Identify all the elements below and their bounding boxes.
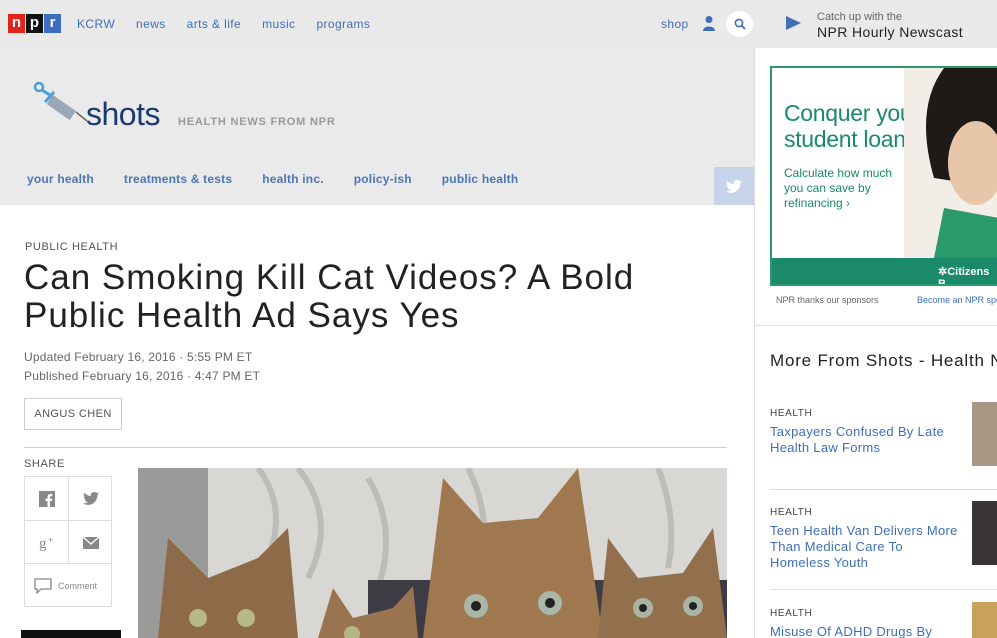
article-headline: Can Smoking Kill Cat Videos? A Bold Publ… (24, 258, 635, 335)
newscast-title[interactable]: NPR Hourly Newscast (817, 24, 963, 40)
npr-logo-p: p (26, 14, 43, 33)
ad-brand: ✲Citizens B (938, 266, 990, 286)
masthead-tagline: HEALTH NEWS FROM NPR (178, 116, 336, 128)
search-icon (734, 18, 746, 30)
divider (770, 489, 997, 490)
email-icon (82, 536, 99, 549)
facebook-icon (38, 490, 55, 507)
published-date: Published February 16, 2016 · 4:47 PM ET (24, 369, 261, 383)
story-title[interactable]: Taxpayers Confused By Late Health Law Fo… (770, 424, 960, 456)
syringe-icon (33, 81, 88, 122)
article-photo-kittens (138, 468, 727, 638)
ad-subtext: Calculate how much you can save by refin… (784, 166, 893, 210)
comment-label: Comment (58, 580, 98, 591)
sponsor-thanks: NPR thanks our sponsors (776, 295, 879, 305)
ad-photo (904, 68, 997, 258)
nav-link-kcrw[interactable]: KCRW (77, 17, 115, 31)
story-thumbnail[interactable] (972, 501, 997, 565)
npr-logo-r: r (44, 14, 61, 33)
divider (770, 589, 997, 590)
section-policy-ish[interactable]: policy-ish (354, 172, 412, 186)
newscast-label: Catch up with the (817, 11, 902, 23)
story-title[interactable]: Misuse Of ADHD Drugs By (770, 624, 960, 638)
comment-button[interactable]: Comment (25, 564, 111, 607)
sponsor-ad[interactable]: Conquer your student loans. Calculate ho… (770, 66, 997, 286)
nav-link-arts-life[interactable]: arts & life (187, 17, 241, 31)
kittens-image (138, 468, 727, 638)
nav-link-programs[interactable]: programs (316, 17, 370, 31)
share-tools: g + Comment (24, 476, 112, 607)
divider (24, 447, 727, 448)
user-icon[interactable] (702, 15, 716, 31)
updated-date: Updated February 16, 2016 · 5:55 PM ET (24, 350, 253, 364)
search-button[interactable] (726, 11, 753, 37)
article-slug[interactable]: PUBLIC HEALTH (25, 241, 118, 253)
npr-logo-n: n (8, 14, 25, 33)
section-health-inc[interactable]: health inc. (262, 172, 324, 186)
list-item[interactable]: HEALTH Misuse Of ADHD Drugs By (770, 602, 997, 638)
section-treatments-tests[interactable]: treatments & tests (124, 172, 232, 186)
share-email-button[interactable] (69, 521, 112, 564)
shop-link[interactable]: shop (661, 17, 689, 31)
top-nav-bar: n p r KCRW news arts & life music progra… (0, 0, 754, 48)
play-icon[interactable] (786, 16, 801, 30)
share-label: SHARE (24, 458, 65, 470)
more-from-shots-title[interactable]: More From Shots - Health News (770, 351, 997, 371)
twitter-icon (726, 179, 742, 193)
svg-text:g: g (39, 536, 47, 551)
npr-logo[interactable]: n p r (8, 14, 62, 33)
svg-text:+: + (48, 535, 53, 545)
story-title[interactable]: Teen Health Van Delivers More Than Medic… (770, 523, 960, 571)
nav-link-news[interactable]: news (136, 17, 166, 31)
ad-brand-strip: ✲Citizens B (772, 258, 997, 286)
comment-icon (34, 577, 52, 594)
story-thumbnail[interactable] (972, 402, 997, 466)
shots-masthead: shots HEALTH NEWS FROM NPR your health t… (0, 48, 754, 205)
story-tag[interactable]: HEALTH (770, 608, 997, 619)
audio-player-bar[interactable] (21, 630, 121, 638)
share-facebook-button[interactable] (25, 477, 68, 520)
twitter-icon (82, 492, 99, 505)
story-tag[interactable]: HEALTH (770, 507, 997, 518)
shots-logo-text[interactable]: shots (86, 96, 160, 133)
story-tag[interactable]: HEALTH (770, 408, 997, 419)
twitter-follow-button[interactable] (714, 167, 754, 205)
divider (755, 325, 997, 326)
shots-section-nav: your health treatments & tests health in… (27, 172, 548, 186)
become-sponsor-link[interactable]: Become an NPR sponsor (917, 295, 997, 305)
author-byline[interactable]: ANGUS CHEN (24, 398, 122, 430)
story-thumbnail[interactable] (972, 602, 997, 638)
list-item[interactable]: HEALTH Teen Health Van Delivers More Tha… (770, 501, 997, 571)
sidebar-divider (754, 48, 755, 638)
top-nav-links: KCRW news arts & life music programs (77, 17, 391, 31)
article-dates: Updated February 16, 2016 · 5:55 PM ET P… (24, 348, 260, 386)
share-twitter-button[interactable] (69, 477, 112, 520)
section-public-health[interactable]: public health (442, 172, 519, 186)
nav-link-music[interactable]: music (262, 17, 295, 31)
list-item[interactable]: HEALTH Taxpayers Confused By Late Health… (770, 402, 997, 466)
google-plus-icon: g + (39, 535, 53, 551)
newscast-player[interactable]: Catch up with the NPR Hourly Newscast (754, 0, 997, 48)
section-your-health[interactable]: your health (27, 172, 94, 186)
share-google-plus-button[interactable]: g + (25, 521, 68, 564)
